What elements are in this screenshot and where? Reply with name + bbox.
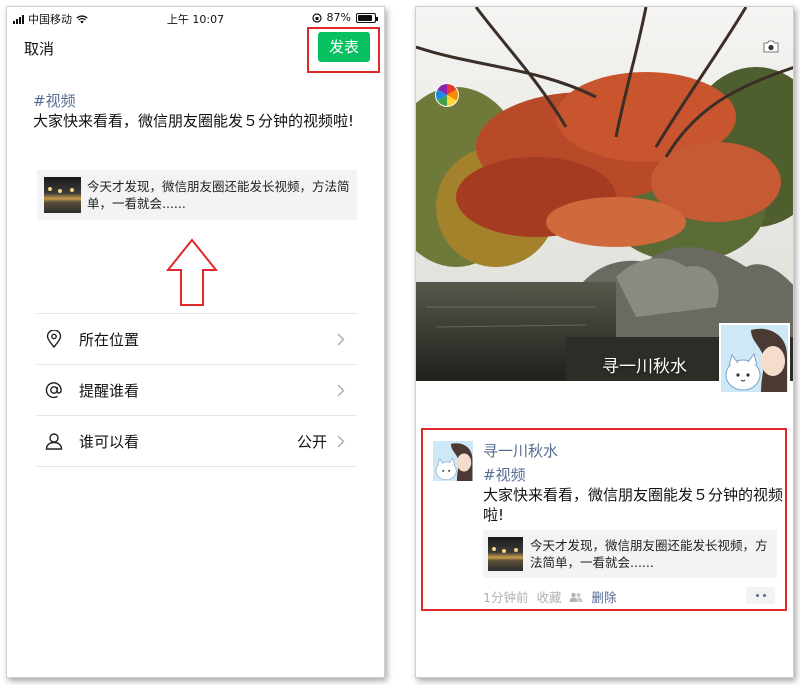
compose-screen: 中国移动 上午 10:07 87% 取消 发表 #视频 大家快来看看，微信朋友圈… [6, 6, 385, 678]
post-hashtag[interactable]: #视频 [483, 465, 783, 485]
menu-location[interactable]: 所在位置 [37, 313, 357, 364]
video-thumbnail [488, 537, 523, 571]
compose-text: 大家快来看看，微信朋友圈能发５分钟的视频啦! [33, 112, 355, 130]
menu-location-label: 所在位置 [79, 330, 140, 349]
favorite-label[interactable]: 收藏 [536, 587, 561, 606]
menu-visibility-value: 公开 [296, 432, 327, 451]
compose-text-area[interactable]: #视频 大家快来看看，微信朋友圈能发５分钟的视频啦! [33, 91, 363, 131]
post-avatar[interactable] [433, 441, 473, 481]
up-arrow-annotation [166, 238, 218, 306]
cancel-button[interactable]: 取消 [24, 38, 54, 59]
post-time: 1分钟前 [483, 590, 529, 605]
delete-button[interactable]: 删除 [591, 587, 616, 606]
rotation-lock-icon [311, 12, 322, 23]
menu-divider [37, 466, 357, 467]
chevron-right-icon [337, 383, 345, 397]
post-text: 大家快来看看，微信朋友圈能发５分钟的视频啦! [483, 486, 784, 524]
status-bar: 中国移动 上午 10:07 87% [7, 7, 384, 29]
chevron-right-icon [337, 332, 345, 346]
menu-remind-label: 提醒谁看 [79, 381, 140, 400]
video-thumbnail [44, 177, 81, 213]
battery-icon [356, 12, 378, 23]
anime-avatar-image [721, 325, 788, 392]
shared-video-text: 今天才发现，微信朋友圈还能发长视频，方法简单，一看就会...... [87, 179, 350, 211]
post-meta: 1分钟前 收藏 删除 [483, 587, 616, 606]
at-sign-icon [45, 382, 62, 399]
publish-button[interactable]: 发表 [318, 32, 370, 62]
pinwheel-icon [435, 83, 459, 107]
battery-percent: 87% [326, 11, 351, 24]
person-icon [45, 433, 63, 450]
post-shared-video-card[interactable]: 今天才发现，微信朋友圈还能发长视频，方法简单，一看就会...... [483, 530, 777, 578]
anime-avatar-image [433, 441, 473, 481]
post-author[interactable]: 寻一川秋水 [483, 440, 558, 461]
chevron-right-icon [337, 434, 345, 448]
menu-visibility-label: 谁可以看 [79, 432, 140, 451]
menu-remind[interactable]: 提醒谁看 [37, 364, 357, 415]
post-shared-video-text: 今天才发现，微信朋友圈还能发长视频，方法简单，一看就会...... [530, 538, 768, 570]
post-body: #视频 大家快来看看，微信朋友圈能发５分钟的视频啦! [483, 465, 783, 525]
more-actions-button[interactable] [746, 587, 775, 604]
avatar[interactable] [719, 323, 790, 394]
location-pin-icon [46, 330, 62, 348]
cover-username: 寻一川秋水 [602, 357, 687, 377]
moments-screen: 寻一川秋水 寻一川秋水 #视频 大家快来看看，微信朋友圈能发５分钟的视频啦! 今… [415, 6, 794, 678]
hashtag[interactable]: #视频 [33, 91, 363, 111]
camera-icon[interactable] [763, 40, 779, 53]
menu-visibility[interactable]: 谁可以看 公开 [37, 415, 357, 466]
friends-icon [569, 592, 583, 602]
shared-video-card[interactable]: 今天才发现，微信朋友圈还能发长视频，方法简单，一看就会...... [37, 170, 357, 220]
